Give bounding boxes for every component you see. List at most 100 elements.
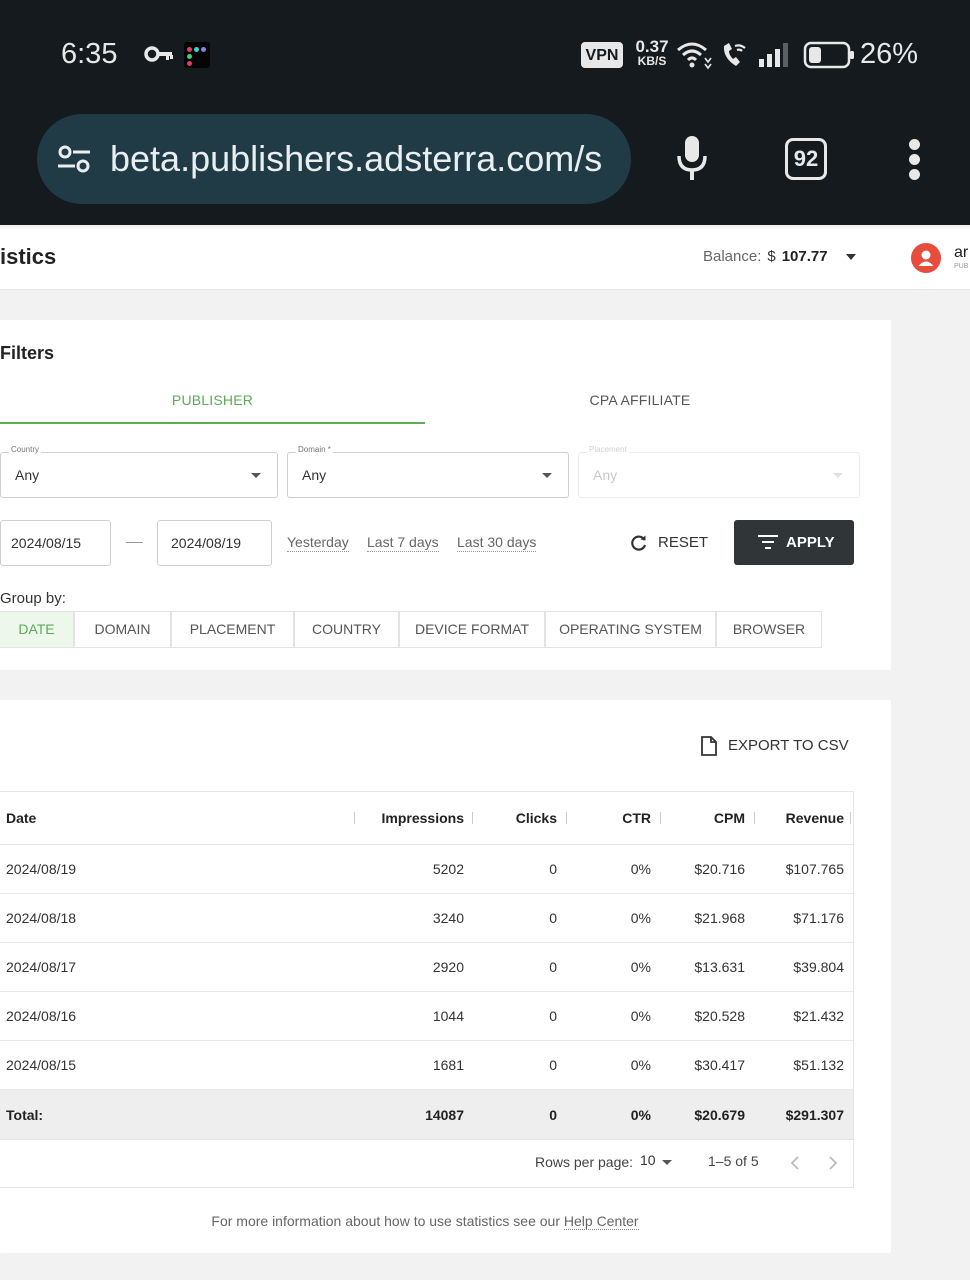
cell-impressions: 5202 [432,861,464,877]
table-row: 2024/08/19 5202 0 0% $20.716 $107.765 [0,845,853,894]
column-divider [354,812,355,824]
domain-value: Any [302,467,327,483]
range-last-7-days-link[interactable]: Last 7 days [367,534,439,552]
chevron-down-icon [833,473,843,478]
cell-ctr: 0% [630,1057,651,1073]
cell-clicks: 0 [549,910,557,926]
user-name: ar [954,244,969,261]
network-speed: 0.37 KB/S [632,38,672,68]
column-header-revenue[interactable]: Revenue [760,792,844,844]
country-select[interactable]: Country Any [0,445,278,498]
cell-clicks: 0 [549,959,557,975]
balance-currency: $ [767,248,776,265]
apply-label: APPLY [786,534,835,551]
column-header-date[interactable]: Date [6,792,36,844]
cell-ctr: 0% [630,959,651,975]
avatar[interactable] [911,243,941,273]
group-by-date[interactable]: DATE [0,611,74,648]
cell-date: 2024/08/19 [6,861,77,877]
filters-card: Filters PUBLISHER CPA AFFILIATE Country … [0,320,891,670]
cell-impressions: 2920 [432,959,464,975]
date-to-input[interactable]: 2024/08/19 [157,520,272,566]
reset-label: RESET [658,534,709,551]
rows-per-page-select[interactable]: 10 [640,1152,656,1168]
apply-button[interactable]: APPLY [734,520,854,565]
chevron-left-icon[interactable] [786,1153,806,1173]
cell-revenue: $39.804 [793,959,844,975]
chevron-down-icon[interactable] [662,1160,672,1165]
column-header-clicks[interactable]: Clicks [480,792,557,844]
date-from-input[interactable]: 2024/08/15 [0,520,111,566]
balance-label: Balance: [703,248,762,265]
filter-icon [758,535,778,549]
statistics-table: Date Impressions Clicks CTR CPM Revenue … [0,791,854,1140]
help-center-link[interactable]: Help Center [563,1213,639,1230]
export-csv-button[interactable]: EXPORT TO CSV [700,735,849,757]
table-header-row: Date Impressions Clicks CTR CPM Revenue [0,792,853,845]
placement-select: Placement Any [578,445,860,498]
active-tab-indicator [0,422,425,424]
domain-label: Domain * [296,445,333,454]
cell-cpm: $20.716 [694,861,745,877]
address-bar[interactable]: beta.publishers.adsterra.com/s [37,114,631,204]
system-chrome: 6:35 VPN 0.37 KB/S 26% beta.publishers.a… [0,0,970,225]
table-row: 2024/08/18 3240 0 0% $21.968 $71.176 [0,894,853,943]
url-text[interactable]: beta.publishers.adsterra.com/s [110,138,615,180]
cell-clicks: 0 [549,861,557,877]
reset-button[interactable]: RESET [628,528,708,558]
table-total-row: Total: 14087 0 0% $20.679 $291.307 [0,1090,853,1139]
cell-ctr: 0% [630,1008,651,1024]
group-by-country[interactable]: COUNTRY [294,611,399,648]
cell-impressions: 1681 [432,1057,464,1073]
wifi-calling-icon [723,43,746,66]
refresh-icon [631,535,647,551]
chevron-down-icon [251,473,261,478]
help-text-prefix: For more information about how to use st… [211,1213,564,1229]
cell-clicks: 0 [549,1008,557,1024]
total-clicks: 0 [549,1106,557,1123]
group-by-browser[interactable]: BROWSER [716,611,822,648]
chevron-right-icon[interactable] [822,1153,842,1173]
cell-clicks: 0 [549,1057,557,1073]
column-divider [566,812,567,824]
range-yesterday-link[interactable]: Yesterday [287,534,349,552]
group-by-device-format[interactable]: DEVICE FORMAT [399,611,545,648]
domain-select[interactable]: Domain * Any [287,445,569,498]
total-ctr: 0% [630,1106,651,1123]
wifi-icon [677,42,712,70]
range-last-30-days-link[interactable]: Last 30 days [457,534,537,552]
group-by-domain[interactable]: DOMAIN [74,611,171,648]
chevron-down-icon[interactable] [846,254,856,260]
statistics-card: EXPORT TO CSV Date Impressions Clicks CT… [0,700,891,1253]
rows-per-page-label: Rows per page: [535,1154,634,1170]
cell-revenue: $51.132 [793,1057,844,1073]
cell-revenue: $21.432 [793,1008,844,1024]
cell-revenue: $107.765 [785,861,844,877]
group-by-placement[interactable]: PLACEMENT [171,611,294,648]
tab-cpa-affiliate[interactable]: CPA AFFILIATE [425,392,855,408]
cell-impressions: 1044 [432,1008,464,1024]
vpn-badge: VPN [581,42,623,68]
cell-ctr: 0% [630,861,651,877]
cell-impressions: 3240 [432,910,464,926]
total-cpm: $20.679 [694,1106,745,1123]
total-impressions: 14087 [425,1106,464,1123]
network-speed-unit: KB/S [637,54,667,68]
group-by-operating-system[interactable]: OPERATING SYSTEM [545,611,716,648]
tabs-icon[interactable]: 92 [785,138,827,180]
column-divider [754,812,755,824]
table-row: 2024/08/16 1044 0 0% $20.528 $21.432 [0,992,853,1041]
mic-icon[interactable] [674,134,710,182]
cell-cpm: $20.528 [694,1008,745,1024]
column-header-ctr[interactable]: CTR [575,792,651,844]
column-header-cpm[interactable]: CPM [668,792,745,844]
column-header-impressions[interactable]: Impressions [360,792,464,844]
key-icon [144,46,173,62]
site-settings-icon[interactable] [56,144,92,174]
tab-publisher[interactable]: PUBLISHER [0,392,425,408]
more-icon[interactable] [909,139,921,181]
total-label: Total: [6,1106,44,1123]
column-divider [850,812,851,824]
group-by-label: Group by: [0,590,66,607]
balance[interactable]: Balance: $107.77 [703,248,828,265]
